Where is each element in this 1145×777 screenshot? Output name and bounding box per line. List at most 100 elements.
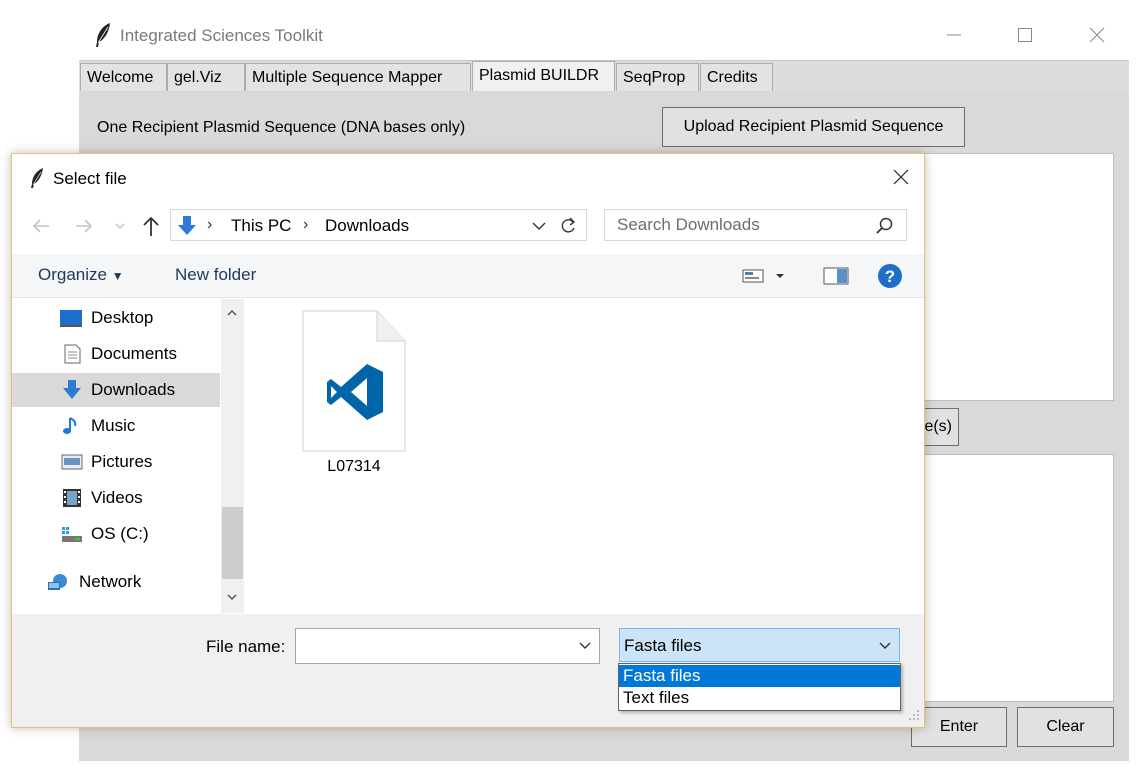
breadcrumb-this-pc[interactable]: This PC	[231, 216, 291, 236]
nav-label: Downloads	[91, 380, 176, 399]
preview-pane-icon[interactable]	[822, 265, 850, 287]
chevron-down-icon: ▼	[111, 269, 124, 283]
app-title: Integrated Sciences Toolkit	[120, 26, 323, 45]
nav-item-videos[interactable]: Videos	[12, 481, 220, 515]
title-bar[interactable]: Integrated Sciences Toolkit	[79, 0, 1145, 60]
tab-gel-viz[interactable]: gel.Viz	[167, 63, 245, 92]
recent-locations-chevron-icon[interactable]	[113, 216, 127, 236]
tab-label: Multiple Sequence Mapper	[252, 69, 443, 86]
nav-label: Desktop	[91, 308, 154, 327]
help-icon[interactable]: ?	[877, 263, 903, 289]
file-type-option-text[interactable]: Text files	[619, 687, 900, 709]
downloads-icon	[178, 216, 196, 235]
file-list-pane: L07314	[245, 299, 924, 613]
drive-icon	[62, 527, 82, 542]
scroll-up-arrow-icon[interactable]	[226, 307, 238, 319]
tab-welcome[interactable]: Welcome	[80, 63, 167, 92]
svg-text:?: ?	[885, 267, 895, 286]
up-arrow-icon[interactable]	[139, 213, 163, 239]
close-icon	[1089, 27, 1105, 43]
nav-label: Videos	[91, 488, 143, 507]
address-bar[interactable]: › This PC › Downloads	[170, 209, 587, 241]
file-type-select[interactable]: Fasta files	[619, 628, 900, 662]
tab-multiple-sequence-mapper[interactable]: Multiple Sequence Mapper	[245, 63, 471, 92]
enter-button[interactable]: Enter	[911, 707, 1007, 747]
tab-seqprop[interactable]: SeqProp	[616, 63, 699, 92]
close-window-button[interactable]	[1074, 20, 1120, 50]
minimize-icon	[947, 34, 961, 36]
back-arrow-icon[interactable]	[29, 214, 53, 238]
tab-plasmid-buildr[interactable]: Plasmid BUILDR	[472, 61, 615, 92]
tab-label: SeqProp	[623, 69, 686, 86]
recipient-plasmid-label: One Recipient Plasmid Sequence (DNA base…	[97, 119, 466, 136]
file-item[interactable]: L07314	[295, 309, 407, 477]
file-type-selected-value: Fasta files	[624, 636, 702, 655]
nav-item-os-c[interactable]: OS (C:)	[12, 517, 220, 551]
nav-label: OS (C:)	[91, 524, 149, 543]
chevron-down-icon[interactable]	[530, 216, 548, 236]
tab-label: gel.Viz	[174, 69, 222, 86]
documents-icon	[64, 344, 81, 364]
maximize-icon	[1018, 28, 1032, 42]
dialog-close-button[interactable]	[882, 162, 920, 192]
navigation-pane: Desktop Documents Downloads Music Pictur…	[12, 299, 244, 613]
nav-item-documents[interactable]: Documents	[12, 337, 220, 371]
navigation-scrollbar[interactable]	[221, 299, 244, 613]
chevron-down-icon[interactable]	[578, 641, 592, 651]
music-icon	[63, 417, 77, 434]
desktop-icon	[60, 310, 82, 327]
organize-label: Organize	[38, 265, 107, 284]
network-icon	[48, 574, 67, 590]
resize-grip-icon[interactable]	[908, 709, 920, 721]
nav-label: Music	[91, 416, 136, 435]
change-view-icon[interactable]	[742, 266, 786, 286]
organize-button[interactable]: Organize ▼	[38, 265, 124, 285]
nav-item-desktop[interactable]: Desktop	[12, 301, 220, 335]
search-icon[interactable]	[875, 216, 895, 236]
nav-label: Network	[79, 572, 142, 591]
file-name-label: File name:	[206, 637, 286, 656]
file-name-label: L07314	[327, 458, 381, 475]
breadcrumb-downloads[interactable]: Downloads	[325, 216, 409, 236]
tab-credits[interactable]: Credits	[700, 63, 773, 92]
refresh-icon[interactable]	[558, 216, 580, 236]
forward-arrow-icon[interactable]	[72, 214, 96, 238]
scroll-down-arrow-icon[interactable]	[226, 591, 238, 603]
vscode-file-icon	[302, 310, 406, 452]
pictures-icon	[61, 454, 83, 470]
dialog-title: Select file	[53, 169, 127, 188]
nav-label: Documents	[91, 344, 177, 363]
search-input[interactable]	[605, 210, 865, 240]
tab-label: Credits	[707, 69, 758, 86]
tab-label: Welcome	[87, 69, 154, 86]
videos-icon	[63, 489, 81, 507]
nav-item-network[interactable]: Network	[12, 565, 220, 599]
dialog-bottom-bar: File name: Fasta files Fasta files Text …	[12, 614, 924, 727]
nav-item-downloads[interactable]: Downloads	[12, 373, 220, 407]
tab-label: Plasmid BUILDR	[479, 67, 600, 84]
search-box	[604, 209, 907, 241]
feather-app-icon	[96, 23, 110, 47]
insert-sequence-textarea[interactable]	[910, 454, 1114, 702]
select-file-dialog: Select file › This PC › Downloads Search…	[11, 153, 925, 728]
nav-item-pictures[interactable]: Pictures	[12, 445, 220, 479]
chevron-down-icon	[879, 642, 891, 649]
file-name-input[interactable]	[295, 628, 600, 664]
clear-button[interactable]: Clear	[1017, 707, 1114, 747]
tab-bar: Welcome gel.Viz Multiple Sequence Mapper…	[79, 60, 1129, 92]
upload-recipient-plasmid-button[interactable]: Upload Recipient Plasmid Sequence	[662, 107, 965, 147]
breadcrumb-separator-icon: ›	[303, 216, 309, 233]
nav-label: Pictures	[91, 452, 153, 471]
downloads-icon	[63, 380, 81, 399]
scrollbar-thumb[interactable]	[222, 507, 243, 579]
recipient-sequence-textarea[interactable]	[910, 153, 1114, 401]
maximize-button[interactable]	[1002, 20, 1048, 50]
feather-app-icon	[31, 168, 43, 188]
dialog-toolbar: Organize ▼ New folder ?	[12, 254, 924, 298]
breadcrumb-separator-icon: ›	[207, 216, 213, 233]
minimize-button[interactable]	[931, 20, 977, 50]
close-icon	[893, 169, 909, 185]
file-type-option-fasta[interactable]: Fasta files	[619, 665, 900, 687]
new-folder-button[interactable]: New folder	[175, 265, 256, 285]
nav-item-music[interactable]: Music	[12, 409, 220, 443]
